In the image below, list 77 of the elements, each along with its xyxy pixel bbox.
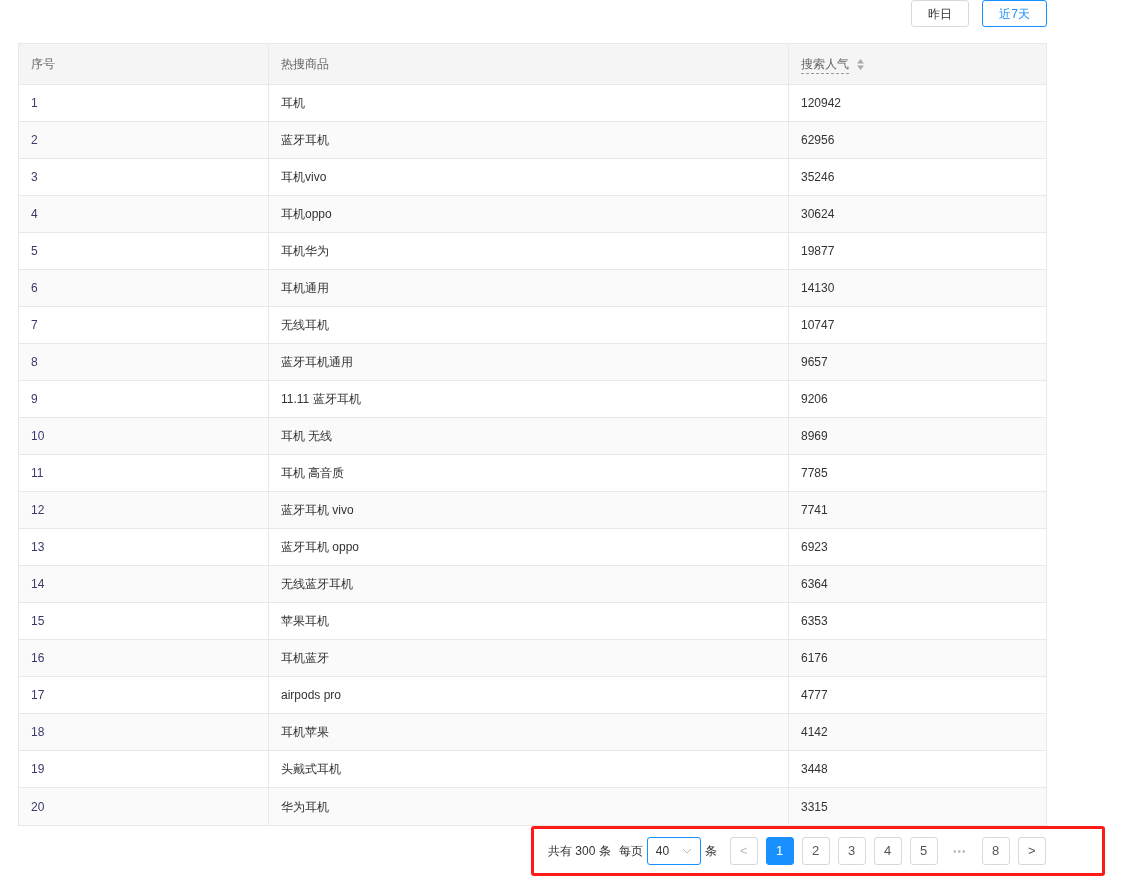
table-cell-text: 12: [31, 502, 45, 519]
page-button[interactable]: 5: [909, 837, 938, 865]
table-cell-text: 3315: [801, 798, 828, 816]
table-cell-text: 3448: [801, 761, 828, 778]
table-cell-text: 华为耳机: [281, 798, 329, 816]
table-cell-text: 6923: [801, 539, 828, 556]
table-cell-text: 蓝牙耳机 vivo: [281, 502, 354, 519]
table-cell-text: 8969: [801, 428, 828, 445]
table-cell-text: 耳机蓝牙: [281, 650, 329, 667]
table-cell-text: 耳机通用: [281, 280, 329, 297]
page-button[interactable]: 3: [837, 837, 866, 865]
table-cell-text: 无线耳机: [281, 317, 329, 334]
page-button[interactable]: 2: [801, 837, 830, 865]
table-cell-text: 120942: [801, 95, 842, 112]
table-cell-text: 11: [31, 465, 44, 482]
table-cell-text: 6353: [801, 613, 828, 630]
table-cell-text: 苹果耳机: [281, 613, 329, 630]
sort-icon[interactable]: [857, 58, 864, 70]
table-cell-text: 9657: [801, 354, 828, 371]
table-cell-text: 62956: [801, 132, 835, 149]
page-button[interactable]: 8: [981, 837, 1010, 865]
table-cell-text: 17: [31, 687, 45, 704]
column-header: 序号: [31, 56, 55, 73]
table-cell-text: 头戴式耳机: [281, 761, 341, 778]
unit-label: 条: [704, 843, 717, 860]
table-cell-text: 14: [31, 576, 45, 593]
table-cell-text: 耳机: [281, 95, 305, 112]
table-cell-text: 耳机苹果: [281, 724, 329, 741]
table-cell-text: 9206: [801, 391, 828, 408]
table-cell-text: 6: [31, 280, 38, 297]
next-page-button[interactable]: >: [1017, 837, 1046, 865]
table-cell-text: 13: [31, 539, 45, 556]
table-cell-text: 15: [31, 613, 45, 630]
total-count: 共有 300 条: [548, 843, 611, 860]
table-cell-text: 19: [31, 761, 45, 778]
table-cell-text: 20: [31, 798, 45, 816]
page-button[interactable]: 4: [873, 837, 902, 865]
table-cell-text: 10747: [801, 317, 835, 334]
table-cell-text: 16: [31, 650, 45, 667]
table-cell-text: 30624: [801, 206, 835, 223]
table-cell-text: 耳机vivo: [281, 169, 327, 186]
table-cell-text: 无线蓝牙耳机: [281, 576, 353, 593]
table-cell-text: 耳机华为: [281, 243, 329, 260]
page-size-select[interactable]: 40: [646, 837, 701, 865]
table-cell-text: 35246: [801, 169, 835, 186]
chevron-down-icon: [681, 848, 692, 854]
range-button[interactable]: 昨日: [911, 0, 970, 27]
table-cell-text: 11.11 蓝牙耳机: [281, 391, 361, 408]
table-cell-text: 19877: [801, 243, 835, 260]
table-cell-text: 10: [31, 428, 45, 445]
table-cell-text: 7: [31, 317, 38, 334]
table-cell-text: 4142: [801, 724, 828, 741]
table-cell-text: 蓝牙耳机: [281, 132, 329, 149]
table-cell-text: 9: [31, 391, 38, 408]
ellipsis: •••: [951, 844, 968, 859]
table-cell-text: 6364: [801, 576, 828, 593]
table-cell-text: 4777: [801, 687, 828, 704]
table-cell-text: 3: [31, 169, 38, 186]
table-cell-text: 蓝牙耳机 oppo: [281, 539, 360, 556]
column-header[interactable]: 搜索人气: [801, 54, 849, 74]
table-cell-text: 5: [31, 243, 38, 260]
table-cell-text: 2: [31, 132, 38, 149]
table-cell-text: 蓝牙耳机通用: [281, 354, 353, 371]
table-cell-text: 4: [31, 206, 38, 223]
table-cell-text: 6176: [801, 650, 828, 667]
table-cell-text: 耳机 高音质: [281, 465, 345, 482]
table-cell-text: 7785: [801, 465, 828, 482]
table-cell-text: 14130: [801, 280, 835, 297]
table-cell-text: 18: [31, 724, 45, 741]
table-cell-text: 耳机oppo: [281, 206, 332, 223]
table-cell-text: 8: [31, 354, 38, 371]
table-cell-text: airpods pro: [281, 687, 342, 704]
per-page-label: 每页: [618, 843, 643, 860]
table-cell-text: 1: [31, 95, 38, 112]
table-cell-text: 7741: [801, 502, 828, 519]
table-cell-text: 耳机 无线: [281, 428, 333, 445]
column-header: 热搜商品: [281, 56, 329, 73]
